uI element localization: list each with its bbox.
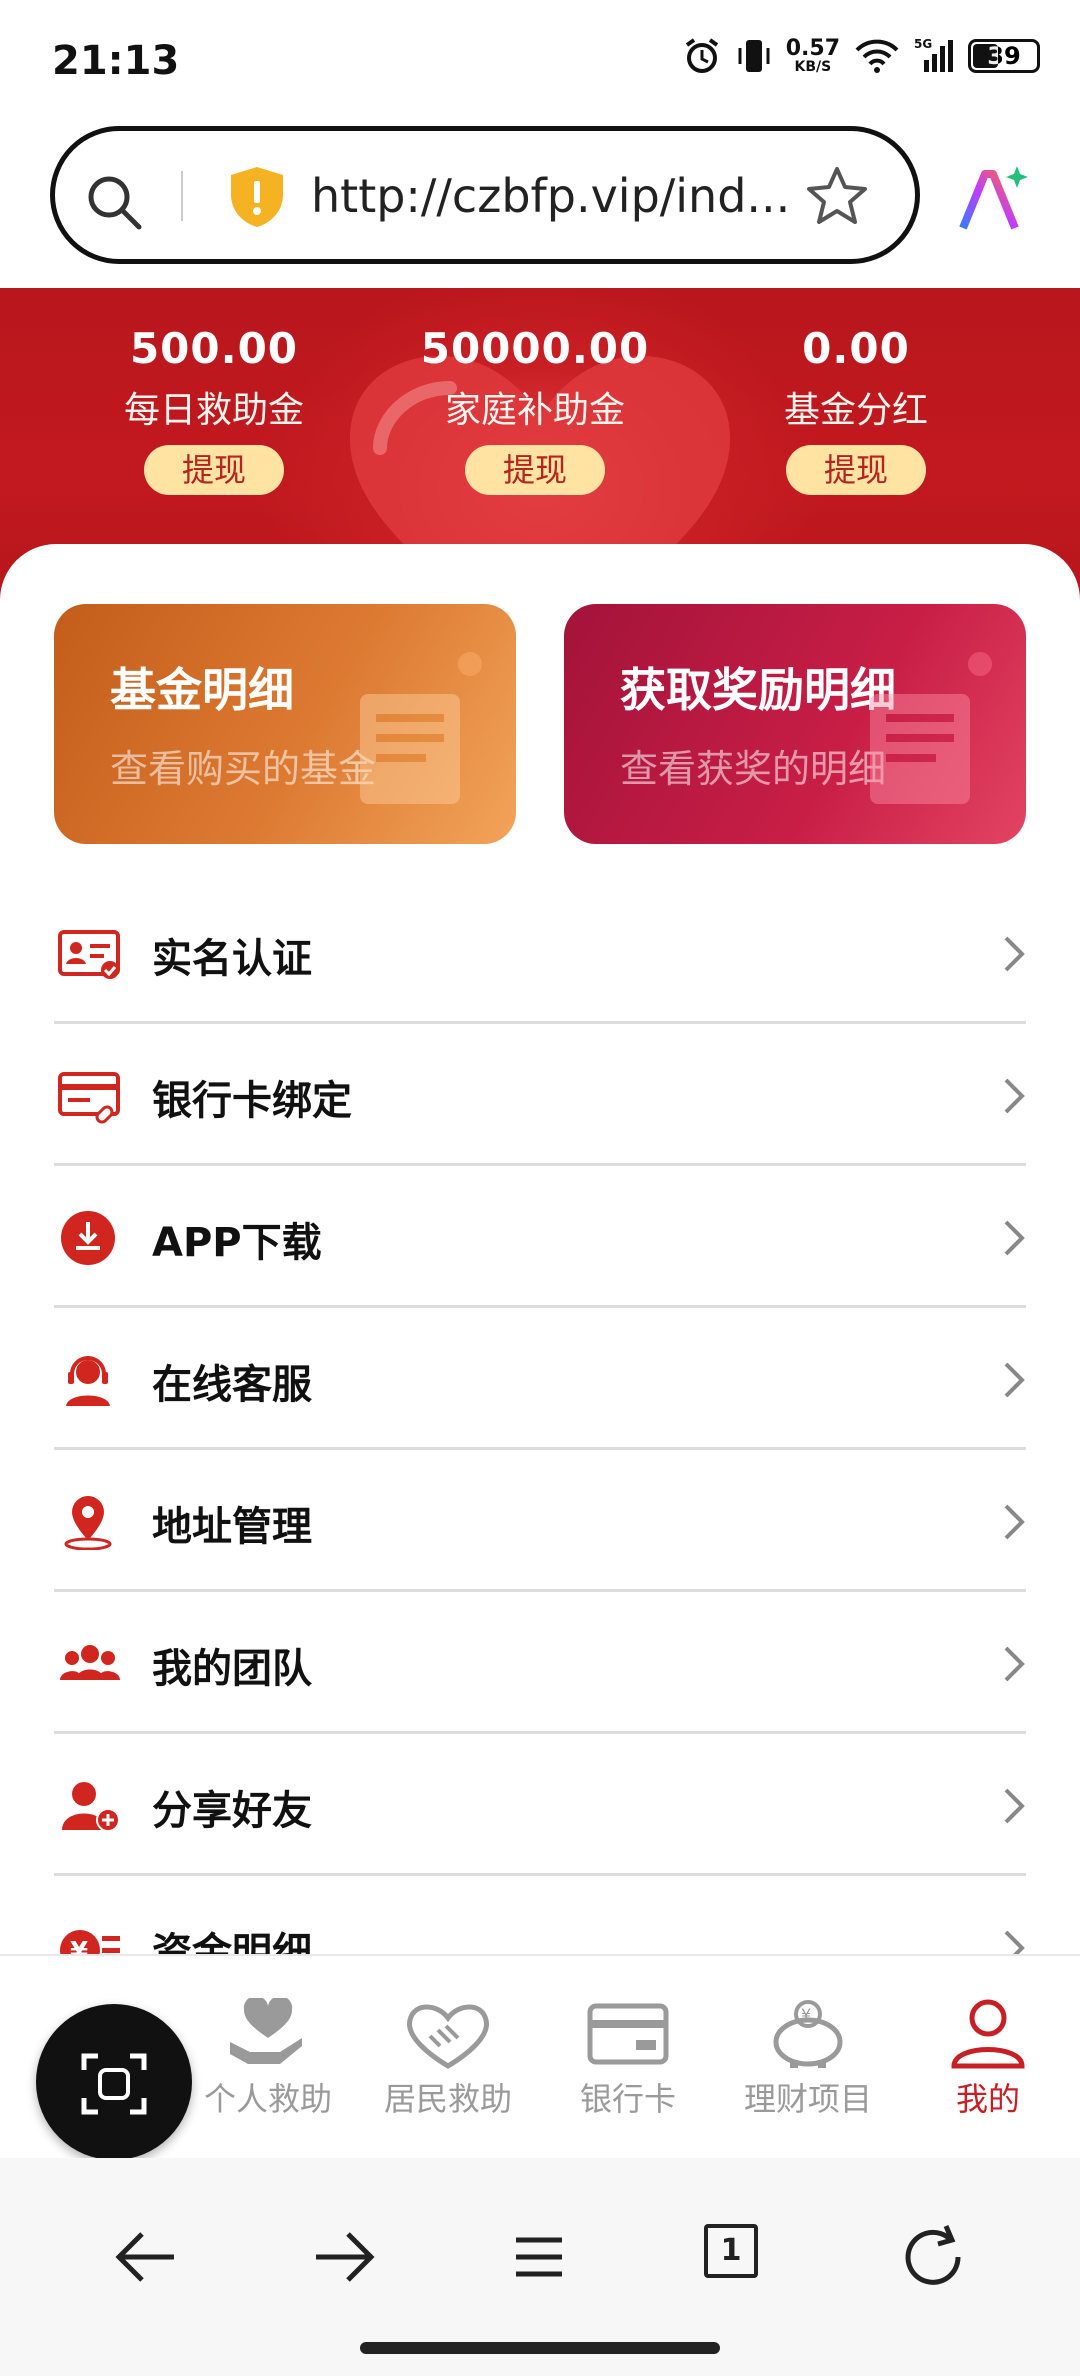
chevron-right-icon [1004,1078,1025,1114]
chevron-right-icon [1004,1220,1025,1256]
download-icon [61,1211,115,1265]
stat-fund-dividend: 0.00 基金分红 提现 [706,324,1006,495]
fund-detail-card[interactable]: 基金明细 查看购买的基金 [54,604,516,844]
stat-value: 50000.00 [420,324,650,373]
wifi-icon [855,39,899,73]
menu-label: 我的团队 [152,1646,312,1692]
stat-label: 每日救助金 [123,390,304,431]
location-pin-icon [64,1496,112,1550]
chevron-right-icon [1004,936,1025,972]
star-icon[interactable] [805,165,869,229]
net-speed: 0.57 KB/S [785,36,840,75]
alarm-icon [685,38,718,73]
user-icon [951,1999,1025,2069]
nav-wealth[interactable]: ¥ 理财项目 [718,1998,898,2120]
signal-icon: 5G [914,37,953,72]
menu-label: 在线客服 [152,1362,312,1408]
stat-value: 0.00 [802,324,910,373]
nav-mine[interactable]: 我的 [898,1998,1078,2120]
withdraw-button[interactable]: 提现 [144,445,284,495]
card-title: 基金明细 [110,663,294,717]
tab-count: 1 [704,2224,758,2278]
back-icon[interactable] [102,2212,192,2302]
stat-label: 家庭补助金 [444,390,625,431]
bank-card-icon [587,2003,669,2065]
nav-personal-aid[interactable]: 个人救助 [178,1998,358,2120]
chevron-right-icon [1004,1930,1025,1954]
status-bar: 21:13 0.57 KB/S 5G 39 [0,0,1080,120]
status-icons: 0.57 KB/S 5G 39 [682,36,1040,76]
chevron-right-icon [1004,1504,1025,1540]
withdraw-button[interactable]: 提现 [465,445,605,495]
withdraw-button[interactable]: 提现 [786,445,926,495]
refresh-icon[interactable] [888,2212,978,2302]
menu-label: 实名认证 [152,936,312,982]
reward-detail-card[interactable]: 获取奖励明细 查看获奖的明细 [564,604,1026,844]
main-content: 基金明细 查看购买的基金 获取奖励明细 查看获奖的明细 实名认证 银行卡绑定 A… [0,544,1080,1954]
svg-text:5G: 5G [914,37,932,51]
menu-item-share[interactable]: 分享好友 [54,1734,1026,1876]
add-friend-icon [62,1782,120,1832]
ai-assistant-icon[interactable] [955,162,1031,238]
tabs-icon[interactable]: 1 [692,2212,782,2302]
menu-item-customer-service[interactable]: 在线客服 [54,1308,1026,1450]
menu-label: 银行卡绑定 [152,1078,352,1124]
document-decoration-icon [360,652,482,804]
battery-icon: 39 [968,39,1040,73]
menu-label: 地址管理 [152,1504,312,1550]
status-time: 21:13 [52,38,180,84]
team-icon [60,1645,120,1680]
menu-label: 资金明细 [152,1930,312,1954]
menu-item-address[interactable]: 地址管理 [54,1450,1026,1592]
nav-bank-card[interactable]: 银行卡 [538,1998,718,2120]
vibrate-icon [738,40,770,72]
scan-icon [81,2053,147,2115]
menu-item-real-name[interactable]: 实名认证 [54,882,1026,1024]
handshake-icon [407,2004,489,2069]
heart-hand-icon [230,1998,302,2064]
menu-item-app-download[interactable]: APP下载 [54,1166,1026,1308]
chevron-right-icon [1004,1788,1025,1824]
customer-service-icon [66,1356,110,1406]
address-bar[interactable]: http://czbfp.vip/ind... [50,126,920,264]
floating-assistant-button[interactable] [36,2004,192,2160]
search-icon[interactable] [83,171,147,235]
stat-daily-aid: 500.00 每日救助金 提现 [64,324,364,495]
id-card-icon [58,930,120,979]
stat-label: 基金分红 [783,390,928,431]
nav-label: 个人救助 [203,2080,332,2118]
menu-item-team[interactable]: 我的团队 [54,1592,1026,1734]
forward-icon[interactable] [298,2212,388,2302]
nav-resident-aid[interactable]: 居民救助 [358,1998,538,2120]
nav-label: 理财项目 [743,2080,872,2118]
menu-item-bank-card[interactable]: 银行卡绑定 [54,1024,1026,1166]
svg-text:¥: ¥ [70,1937,88,1954]
stat-family-subsidy: 50000.00 家庭补助金 提现 [385,324,685,495]
address-divider [181,171,183,221]
chevron-right-icon [1004,1646,1025,1682]
piggy-bank-icon: ¥ [773,2000,843,2068]
url-text[interactable]: http://czbfp.vip/ind... [311,169,790,223]
svg-text:¥: ¥ [801,2005,811,2024]
menu-icon[interactable] [494,2212,584,2302]
menu-item-fund-detail[interactable]: ¥ 资金明细 [54,1876,1026,1954]
fund-detail-icon: ¥ [60,1930,120,1954]
stat-value: 500.00 [129,324,299,373]
nav-label: 我的 [955,2080,1020,2118]
chevron-right-icon [1004,1362,1025,1398]
nav-label: 银行卡 [579,2080,676,2118]
bank-card-link-icon [58,1072,120,1124]
shield-warning-icon[interactable] [227,165,287,229]
menu-label: 分享好友 [152,1788,312,1834]
menu-label: APP下载 [152,1220,322,1266]
menu-list: 实名认证 银行卡绑定 APP下载 在线客服 地址管理 我的团队 分享好友 ¥ 资… [54,882,1026,1954]
nav-label: 居民救助 [383,2080,512,2118]
home-indicator[interactable] [360,2342,720,2354]
document-decoration-icon [870,652,992,804]
